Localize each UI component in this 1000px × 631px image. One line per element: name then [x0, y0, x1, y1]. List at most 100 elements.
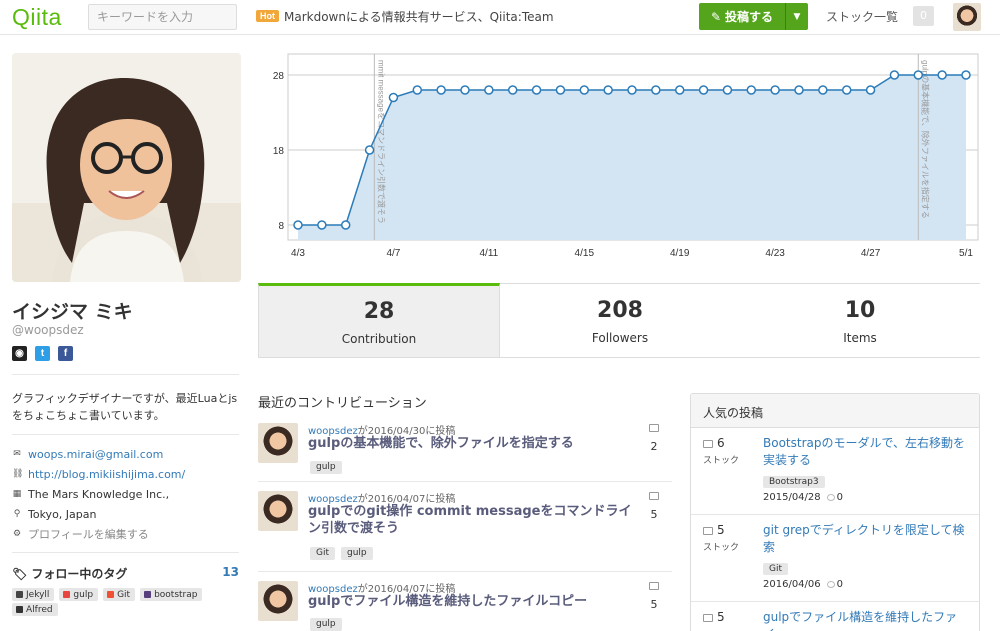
post-button[interactable]: ✎ 投稿する: [699, 3, 785, 30]
divider: [12, 434, 239, 435]
search-input[interactable]: [88, 4, 237, 30]
x-tick-label: 5/1: [959, 248, 973, 259]
following-tags-count[interactable]: 13: [222, 565, 239, 582]
data-point: [364, 145, 375, 155]
x-tick-label: 4/19: [670, 248, 690, 259]
tag-alfred[interactable]: Alfred: [12, 603, 58, 616]
folder-icon: [649, 582, 659, 590]
post-date: 2016/04/06: [763, 579, 821, 590]
folder-icon: [703, 439, 713, 448]
contribution-chart: 8 18 28 mmit messageをコマンドライン引数で渡そう gulpの基本機能…: [273, 53, 979, 259]
stats-tabs: 28 Contribution 208 Followers 10 Items: [258, 283, 980, 358]
data-point: [865, 85, 876, 95]
data-point: [651, 85, 661, 95]
post-title-link[interactable]: gulpの基本機能で、除外ファイルを指定する: [308, 435, 640, 452]
tag-bootstrap[interactable]: bootstrap: [140, 588, 203, 601]
y-tick-label: 18: [273, 146, 285, 157]
data-point: [674, 85, 685, 95]
stock-count-badge[interactable]: 0: [913, 6, 934, 26]
data-point: [603, 85, 613, 95]
facebook-icon[interactable]: f: [58, 346, 73, 361]
website-link[interactable]: http://blog.mikiishijima.com/: [28, 468, 185, 481]
qiita-logo[interactable]: Qiita: [12, 4, 62, 31]
popular-posts-panel: 人気の投稿 6 ストック Bootstrapのモーダルで、左右移動を実装する B…: [690, 393, 980, 631]
list-item: woopsdezが2016/04/07に投稿 gulpでファイル構造を維持したフ…: [258, 578, 672, 631]
data-point: [698, 85, 709, 95]
post-title-link[interactable]: git grepでディレクトリを限定して検索: [763, 522, 968, 556]
recent-contributions-title: 最近のコントリビューション: [258, 396, 427, 411]
count-value: 5: [650, 508, 658, 521]
data-point: [794, 85, 804, 95]
tab-items[interactable]: 10 Items: [740, 284, 980, 358]
data-point: [961, 70, 971, 80]
tag-git[interactable]: Git: [103, 588, 136, 601]
count-value: 5: [650, 598, 658, 611]
post-meta: 2016/04/06 0: [763, 579, 843, 590]
post-title-link[interactable]: gulpでのgit操作 commit messageをコマンドライン引数で渡そう: [308, 503, 640, 537]
alfred-icon: [16, 606, 23, 613]
stock-count: 5: [703, 610, 725, 624]
tag[interactable]: gulp: [341, 547, 373, 560]
user-avatar[interactable]: [953, 3, 981, 31]
data-point: [507, 85, 518, 95]
marker-label: mmit messageをコマンドライン引数で渡そう: [376, 60, 386, 224]
contribution-count: 28: [363, 299, 395, 324]
avatar[interactable]: [258, 491, 298, 531]
jekyll-icon: [16, 591, 23, 598]
followers-count: 208: [597, 298, 643, 323]
social-links: ◉ t f: [12, 346, 73, 361]
tag[interactable]: Git: [310, 547, 336, 560]
tag-jekyll[interactable]: Jekyll: [12, 588, 55, 601]
post-button-label: 投稿する: [725, 10, 774, 24]
tag-label: bootstrap: [154, 589, 198, 600]
email-link[interactable]: woops.mirai@gmail.com: [28, 448, 163, 461]
post-meta: 2015/04/28 0: [763, 492, 843, 503]
area-fill: [298, 75, 966, 240]
github-icon[interactable]: ◉: [12, 346, 27, 361]
comment-count: 2: [646, 424, 662, 453]
x-tick-label: 4/27: [861, 248, 881, 259]
stock-list-link[interactable]: ストック一覧: [826, 8, 898, 25]
post-title-link[interactable]: gulpでファイル構造を維持したファイ: [763, 609, 968, 631]
avatar[interactable]: [258, 423, 298, 463]
hot-badge: Hot: [256, 10, 279, 22]
data-point: [746, 85, 757, 95]
map-marker-icon: ⚲: [13, 509, 21, 519]
data-point: [460, 85, 470, 95]
post-title-link[interactable]: gulpでファイル構造を維持したファイルコピー: [308, 593, 640, 610]
tab-contribution[interactable]: 28 Contribution: [258, 283, 500, 358]
folder-icon: [703, 526, 713, 535]
following-tags-list: Jekyll gulp Git bootstrap Alfred: [12, 588, 241, 616]
data-point: [388, 92, 399, 103]
twitter-icon[interactable]: t: [35, 346, 50, 361]
tag[interactable]: gulp: [310, 618, 342, 631]
hot-announcement-link[interactable]: Markdownによる情報共有サービス、Qiita:Team: [284, 8, 554, 25]
post-dropdown-button[interactable]: ▼: [785, 3, 808, 30]
count-value: 2: [650, 440, 658, 453]
tag[interactable]: Git: [763, 563, 789, 575]
profile-bio: グラフィックデザイナーですが、最近Luaとjsをちょこちょこ書いています。: [12, 392, 238, 422]
data-point: [913, 70, 924, 80]
list-item: woopsdezが2016/04/30に投稿 gulpの基本機能で、除外ファイル…: [258, 420, 672, 482]
building-icon: ▦: [12, 489, 22, 499]
tag[interactable]: Bootstrap3: [763, 476, 825, 488]
stock-count-value: 6: [717, 436, 725, 450]
comment-icon: [826, 493, 835, 501]
edit-profile-link[interactable]: プロフィールを編集する: [28, 526, 149, 542]
list-item: 6 ストック Bootstrapのモーダルで、左右移動を実装する Bootstr…: [691, 428, 979, 515]
popular-posts-title: 人気の投稿: [691, 394, 979, 428]
x-tick-label: 4/23: [765, 248, 785, 259]
list-item: 5 ストック git grepでディレクトリを限定して検索 Git 2016/0…: [691, 515, 979, 602]
link-icon: ⛓: [12, 469, 24, 479]
avatar[interactable]: [258, 581, 298, 621]
tab-followers[interactable]: 208 Followers: [500, 284, 740, 358]
data-point: [531, 85, 542, 95]
x-tick-label: 4/11: [479, 248, 498, 259]
tag-gulp[interactable]: gulp: [59, 588, 99, 601]
data-point: [627, 85, 637, 95]
post-title-link[interactable]: Bootstrapのモーダルで、左右移動を実装する: [763, 435, 968, 469]
contribution-label: Contribution: [341, 332, 417, 346]
stock-count: 5: [703, 523, 725, 537]
tag[interactable]: gulp: [310, 461, 342, 474]
following-tags-label: フォロー中のタグ: [31, 567, 128, 581]
